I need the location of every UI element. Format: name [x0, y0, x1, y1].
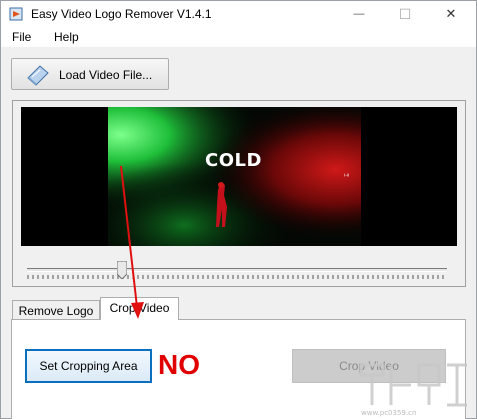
set-cropping-area-label: Set Cropping Area	[39, 359, 138, 373]
video-overlay-text: COLD	[205, 150, 262, 171]
slider-ticks	[27, 275, 444, 279]
tab-remove-logo[interactable]: Remove Logo	[12, 300, 100, 320]
menu-file[interactable]: File	[12, 30, 31, 44]
slider-track	[27, 268, 447, 272]
title-bar[interactable]: Easy Video Logo Remover V1.4.1 — ☐ ✕	[1, 1, 476, 27]
video-frame: COLD ᵢ.ᵢᵢ	[21, 107, 457, 246]
maximize-button[interactable]: ☐	[382, 1, 428, 27]
app-icon	[9, 7, 23, 21]
video-preview-panel: COLD ᵢ.ᵢᵢ	[12, 100, 466, 287]
maximize-icon: ☐	[398, 5, 412, 22]
minimize-button[interactable]: —	[336, 1, 382, 27]
annotation-no: NO	[158, 349, 200, 380]
load-video-button[interactable]: Load Video File...	[11, 58, 169, 90]
tab-crop-video[interactable]: Crop Video	[100, 297, 179, 320]
close-icon: ✕	[445, 6, 457, 21]
tab-remove-logo-label: Remove Logo	[18, 304, 94, 318]
app-window: Easy Video Logo Remover V1.4.1 — ☐ ✕ Fil…	[0, 0, 477, 419]
minimize-icon: —	[353, 8, 365, 20]
tab-crop-video-label: Crop Video	[109, 301, 170, 315]
slider-thumb[interactable]	[117, 261, 127, 279]
load-video-label: Load Video File...	[59, 68, 153, 82]
window-title: Easy Video Logo Remover V1.4.1	[31, 7, 212, 21]
video-side-text: ᵢ.ᵢᵢ	[344, 171, 350, 178]
folder-book-icon	[27, 65, 49, 86]
close-button[interactable]: ✕	[428, 1, 474, 27]
seek-slider[interactable]	[27, 259, 447, 281]
menu-help[interactable]: Help	[54, 30, 79, 44]
menu-bar: File Help	[1, 27, 476, 47]
watermark-logo: www.pc0359.cn	[359, 363, 467, 417]
video-preview-image	[108, 107, 361, 246]
svg-text:www.pc0359.cn: www.pc0359.cn	[361, 409, 416, 417]
set-cropping-area-button[interactable]: Set Cropping Area	[25, 349, 152, 383]
